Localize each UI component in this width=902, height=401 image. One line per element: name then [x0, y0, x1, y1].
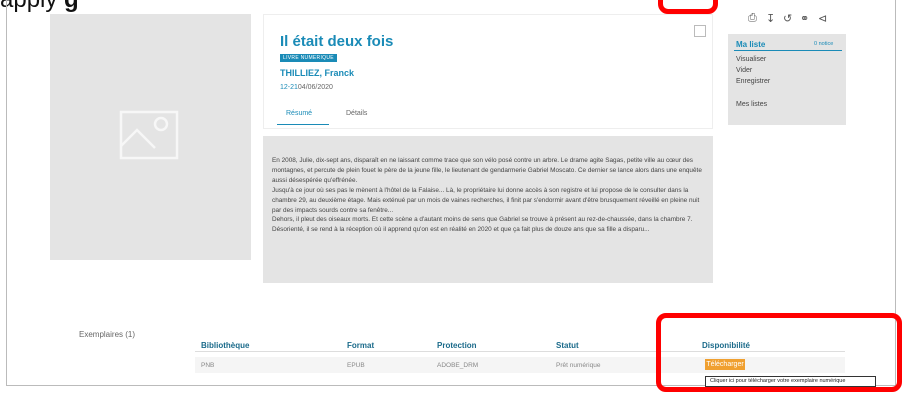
record-title[interactable]: Il était deux fois: [280, 33, 393, 50]
history-icon[interactable]: ↺: [783, 12, 792, 25]
age-range: 12-21: [280, 84, 298, 91]
list-link-visualiser[interactable]: Visualiser: [736, 56, 766, 63]
cell-format: EPUB: [347, 362, 365, 369]
summary-paragraph: En 2008, Julie, dix-sept ans, disparaît …: [272, 157, 702, 184]
link-icon[interactable]: ⚭: [800, 12, 809, 25]
record-author[interactable]: THILLIEZ, Franck: [280, 68, 354, 78]
column-header-protection: Protection: [437, 341, 477, 350]
list-link-enregistrer[interactable]: Enregistrer: [736, 78, 770, 85]
highlight-box-top: [658, 0, 718, 14]
my-list-count: 0 notice: [814, 41, 834, 47]
export-icon[interactable]: ↧: [766, 12, 775, 25]
column-header-bibliotheque: Bibliothèque: [201, 341, 250, 350]
list-link-mes-listes[interactable]: Mes listes: [736, 101, 767, 108]
select-checkbox[interactable]: [694, 25, 706, 37]
summary-panel: En 2008, Julie, dix-sept ans, disparaît …: [263, 136, 713, 283]
cell-statut: Prêt numérique: [556, 362, 601, 369]
record-date-line: 12-2104/06/2020: [280, 84, 333, 91]
image-placeholder-icon: [119, 110, 179, 160]
column-header-format: Format: [347, 341, 375, 350]
summary-paragraph: Dehors, il pleut des oiseaux morts. Et c…: [272, 216, 693, 234]
tab-details[interactable]: Détails: [346, 110, 367, 117]
share-icon[interactable]: ⊲: [818, 12, 827, 25]
exemplaires-label[interactable]: Exemplaires (1): [79, 330, 135, 339]
my-list-divider: [734, 50, 842, 51]
print-icon[interactable]: ⎙: [748, 12, 757, 25]
summary-paragraph: Jusqu'à ce jour où ses pas le mènent à l…: [272, 186, 700, 214]
column-header-statut: Statut: [556, 341, 579, 350]
tab-resume[interactable]: Résumé: [286, 110, 312, 117]
record-date: 04/06/2020: [297, 84, 333, 91]
active-tab-underline: [277, 124, 329, 125]
cover-image-placeholder: [50, 14, 251, 260]
cell-protection: ADOBE_DRM: [437, 362, 479, 369]
highlight-box-download: [656, 313, 902, 392]
list-link-vider[interactable]: Vider: [736, 67, 752, 74]
format-badge: LIVRE NUMERIQUE: [280, 54, 337, 62]
cell-bibliotheque: PNB: [201, 362, 215, 369]
my-list-title[interactable]: Ma liste: [736, 40, 765, 49]
